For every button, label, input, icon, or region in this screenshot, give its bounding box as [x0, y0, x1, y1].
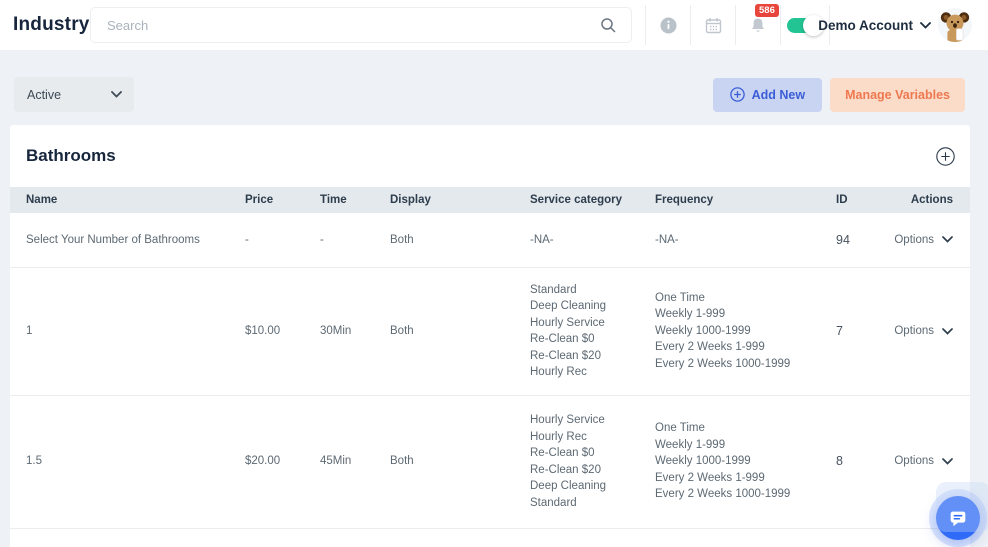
toolbar: Active Add New Manage Variables [14, 77, 965, 112]
options-label: Options [894, 324, 934, 337]
cell-id: 8 [836, 454, 843, 469]
options-dropdown[interactable]: Options [894, 232, 953, 249]
col-price: Price [245, 194, 274, 206]
options-dropdown[interactable]: Options [894, 453, 953, 470]
chat-button[interactable] [936, 482, 988, 540]
status-filter-value: Active [27, 87, 62, 102]
circle-plus-icon [729, 87, 745, 102]
card-header: Bathrooms [10, 125, 970, 187]
cell-frequency: One Time Weekly 1-999 Weekly 1000-1999 Ever… [655, 291, 791, 370]
cell-actions: Options [870, 267, 970, 395]
cell-service-category: -NA- [530, 233, 554, 246]
notification-badge: 586 [755, 3, 779, 17]
info-icon[interactable] [645, 5, 690, 45]
topbar: Industry Search 586 Demo Account [0, 0, 988, 50]
cell-frequency: -NA- [655, 233, 679, 246]
cell-price: - [245, 233, 249, 246]
chevron-down-icon [920, 21, 931, 29]
cell-service-category: Hourly Service Hourly Rec Re-Clean $0 Re-Cl… [530, 414, 607, 509]
options-label: Options [894, 455, 934, 468]
cell-name: 1.5 [26, 455, 42, 468]
cell-display: Both [390, 233, 414, 246]
cell-price: $20.00 [245, 455, 281, 468]
bathrooms-card: Bathrooms Name Price Time Display Servic… [10, 125, 970, 547]
status-filter-dropdown[interactable]: Active [14, 77, 134, 112]
table-header-row: Name Price Time Display Service category… [10, 187, 970, 213]
cell-time: 45Min [320, 455, 352, 468]
cell-name: Select Your Number of Bathrooms [26, 233, 200, 246]
col-service-category: Service category [530, 194, 623, 206]
options-label: Options [894, 233, 934, 246]
cell-display: Both [390, 324, 414, 337]
chevron-down-icon [942, 327, 953, 335]
chevron-down-icon [111, 91, 122, 98]
avatar[interactable] [938, 8, 972, 42]
options-dropdown[interactable]: Options [894, 323, 953, 340]
cell-time: 30Min [320, 324, 352, 337]
chat-bubble-icon [950, 511, 966, 527]
add-new-label: Add New [751, 87, 806, 102]
add-new-button[interactable]: Add New [712, 77, 823, 112]
cell-time: - [320, 233, 324, 246]
page-title: Industry [13, 14, 90, 35]
col-display: Display [390, 194, 431, 206]
account-menu[interactable]: Demo Account [818, 0, 972, 50]
col-name: Name [26, 194, 58, 206]
cell-display: Both [390, 455, 414, 468]
col-actions: Actions [910, 194, 953, 206]
add-item-button[interactable] [936, 146, 955, 166]
topbar-icon-group: 586 [645, 3, 830, 45]
cell-id: 94 [836, 232, 850, 247]
cell-actions: Options [870, 213, 970, 267]
cell-id: 7 [836, 323, 843, 338]
calendar-icon[interactable] [690, 5, 735, 45]
table-row: Select Your Number of Bathrooms - - Both… [10, 213, 970, 267]
card-title: Bathrooms [26, 146, 116, 165]
search-input[interactable] [91, 17, 600, 33]
col-frequency: Frequency [655, 194, 714, 206]
table-body: Select Your Number of Bathrooms - - Both… [10, 213, 970, 528]
chevron-down-icon [942, 458, 953, 465]
table-row: 1 $10.00 30Min Both Standard Deep Cleanin… [10, 267, 970, 395]
circle-plus-icon [936, 146, 955, 166]
cell-price: $10.00 [245, 324, 281, 337]
search-box[interactable] [90, 7, 632, 43]
search-icon[interactable] [600, 17, 617, 34]
toolbar-buttons: Add New Manage Variables [712, 77, 965, 112]
cell-frequency: One Time Weekly 1-999 Weekly 1000-1999 Ever… [655, 422, 791, 501]
manage-variables-button[interactable]: Manage Variables [830, 77, 965, 112]
col-id: ID [836, 194, 848, 206]
items-table: Name Price Time Display Service category… [10, 187, 970, 529]
manage-variables-label: Manage Variables [845, 87, 950, 102]
cell-service-category: Standard Deep Cleaning Hourly Service Re-Cl… [530, 283, 607, 379]
notifications-bell-icon[interactable]: 586 [735, 3, 780, 45]
col-time: Time [320, 194, 347, 206]
chevron-down-icon [942, 236, 953, 243]
cell-name: 1 [26, 324, 33, 337]
table-row: 1.5 $20.00 45Min Both Hourly Service Hour… [10, 395, 970, 528]
account-label: Demo Account [818, 17, 913, 33]
